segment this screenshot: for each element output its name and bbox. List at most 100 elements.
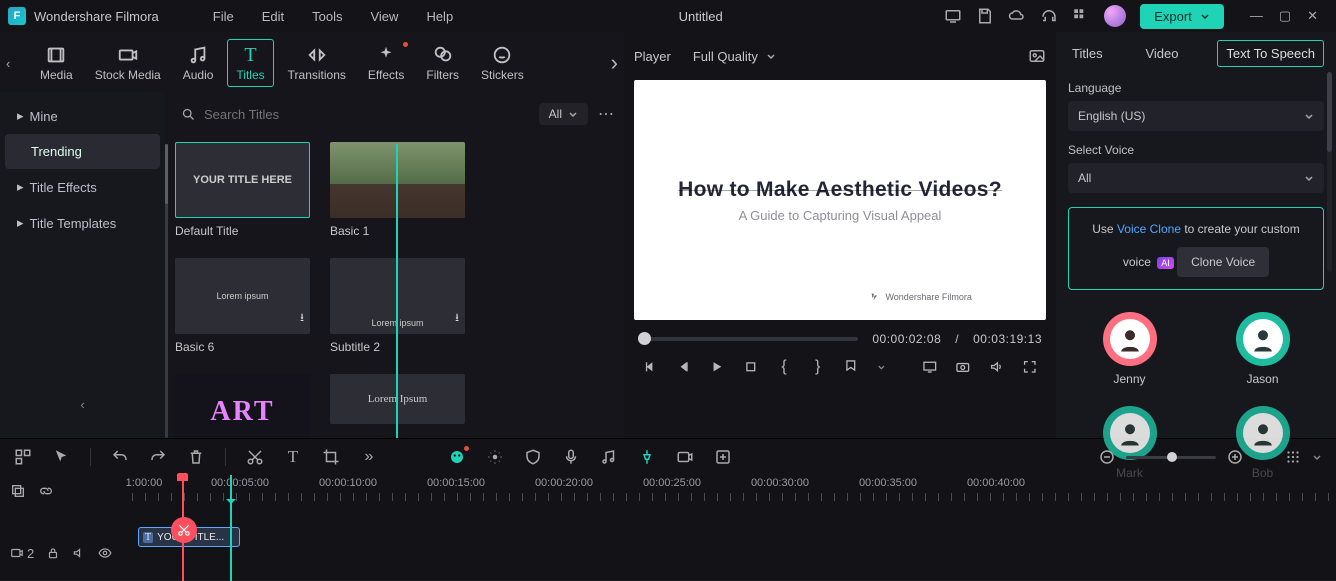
user-avatar[interactable] — [1104, 5, 1126, 27]
prev-frame-icon[interactable] — [642, 358, 658, 376]
timeline-area[interactable]: 1:00:00 00:00:05:00 00:00:10:00 00:00:15… — [132, 475, 1336, 581]
tab-effects[interactable]: Effects — [360, 40, 412, 86]
tab-transitions[interactable]: Transitions — [280, 40, 354, 86]
stop-icon[interactable] — [743, 358, 759, 376]
menu-file[interactable]: File — [199, 9, 248, 24]
clone-voice-button[interactable]: Clone Voice — [1177, 247, 1269, 278]
tab-stickers[interactable]: Stickers — [473, 40, 532, 86]
menu-view[interactable]: View — [356, 9, 412, 24]
video-track-icon[interactable]: 2 — [10, 546, 34, 561]
voice-dropdown[interactable]: All — [1068, 163, 1324, 193]
title-card-default[interactable]: YOUR TITLE HERE Default Title — [175, 142, 310, 238]
ai-tool-icon[interactable] — [448, 448, 466, 466]
arrange-icon[interactable] — [14, 448, 32, 466]
language-dropdown[interactable]: English (US) — [1068, 101, 1324, 131]
title-card-subtitle-2[interactable]: Lorem ipsum ⭳ Subtitle 2 — [330, 258, 465, 354]
step-back-icon[interactable] — [676, 358, 692, 376]
title-card-art[interactable]: ART — [175, 374, 310, 438]
voice-jenny[interactable]: Jenny — [1103, 312, 1157, 386]
tab-filters[interactable]: Filters — [418, 40, 467, 86]
tab-media[interactable]: Media — [32, 40, 81, 86]
zoom-out-icon[interactable] — [1098, 448, 1116, 466]
rtab-video[interactable]: Video — [1141, 40, 1182, 67]
chevron-down-icon[interactable] — [877, 362, 886, 372]
sidebar-item-title-effects[interactable]: ▸ Title Effects — [5, 169, 160, 205]
mark-in-icon[interactable]: { — [776, 358, 792, 376]
snapshot-icon[interactable] — [1028, 47, 1046, 65]
pin-icon[interactable] — [638, 448, 656, 466]
sidebar-item-title-templates[interactable]: ▸ Title Templates — [5, 205, 160, 241]
timeline-ruler[interactable]: 1:00:00 00:00:05:00 00:00:10:00 00:00:15… — [132, 475, 1336, 503]
progress-bar[interactable] — [638, 337, 858, 341]
filter-dropdown[interactable]: All — [539, 103, 588, 125]
volume-icon[interactable] — [989, 358, 1005, 376]
menu-tools[interactable]: Tools — [298, 9, 356, 24]
mute-icon[interactable] — [72, 546, 86, 560]
title-card-basic-6[interactable]: Lorem ipsum ⭳ Basic 6 — [175, 258, 310, 354]
shield-icon[interactable] — [524, 448, 542, 466]
marker-dropdown-icon[interactable] — [843, 358, 859, 376]
fullscreen-icon[interactable] — [1022, 358, 1038, 376]
camera-snap-icon[interactable] — [955, 358, 971, 376]
display-icon[interactable] — [922, 358, 938, 376]
sidebar-item-mine[interactable]: ▸ Mine — [5, 98, 160, 134]
voice-jason[interactable]: Jason — [1236, 312, 1290, 386]
cursor-icon[interactable] — [52, 448, 70, 466]
tabs-forward-icon[interactable]: › — [611, 50, 618, 76]
lock-icon[interactable] — [46, 546, 60, 560]
grid-view-icon[interactable] — [1284, 448, 1302, 466]
rtab-tts[interactable]: Text To Speech — [1217, 40, 1324, 67]
menu-help[interactable]: Help — [412, 9, 467, 24]
preview-canvas[interactable]: How to Make Aesthetic Videos? A Guide to… — [634, 80, 1046, 320]
cut-icon[interactable] — [246, 448, 264, 466]
enhance-icon[interactable] — [486, 448, 504, 466]
mic-icon[interactable] — [562, 448, 580, 466]
menu-edit[interactable]: Edit — [248, 9, 298, 24]
download-icon[interactable]: ⭳ — [300, 309, 304, 328]
voice-bob[interactable]: Bob — [1236, 406, 1290, 480]
tab-stock-media[interactable]: Stock Media — [87, 40, 169, 86]
mark-out-icon[interactable]: } — [810, 358, 826, 376]
add-marker-icon[interactable] — [714, 448, 732, 466]
window-minimize-icon[interactable]: — — [1250, 8, 1263, 24]
device-icon[interactable] — [944, 7, 962, 25]
voice-clone-link[interactable]: Voice Clone — [1117, 222, 1181, 236]
link-icon[interactable] — [38, 483, 54, 499]
sidebar-item-trending[interactable]: Trending — [5, 134, 160, 169]
window-maximize-icon[interactable]: ▢ — [1279, 8, 1291, 24]
voice-mark[interactable]: Mark — [1103, 406, 1157, 480]
search-input[interactable] — [204, 107, 523, 122]
download-icon[interactable]: ⭳ — [455, 309, 459, 328]
tabs-back-icon[interactable]: ‹ — [6, 56, 22, 71]
gallery-scrollbar[interactable] — [165, 144, 168, 438]
right-scrollbar[interactable] — [1327, 72, 1332, 272]
audio-sync-icon[interactable] — [600, 448, 618, 466]
headset-icon[interactable] — [1040, 7, 1058, 25]
rtab-titles[interactable]: Titles — [1068, 40, 1107, 67]
redo-icon[interactable] — [149, 448, 167, 466]
more-tools-icon[interactable]: » — [360, 448, 378, 466]
zoom-in-icon[interactable] — [1226, 448, 1244, 466]
window-close-icon[interactable]: ✕ — [1307, 8, 1318, 24]
sidebar-collapse-icon[interactable]: ‹ — [5, 391, 160, 418]
tab-audio[interactable]: Audio — [175, 40, 222, 86]
delete-icon[interactable] — [187, 448, 205, 466]
search-box[interactable] — [175, 107, 529, 122]
cut-marker-icon[interactable] — [171, 517, 197, 543]
text-tool-icon[interactable]: T — [284, 448, 302, 466]
title-card-basic-1[interactable]: Basic 1 — [330, 142, 465, 238]
play-icon[interactable] — [709, 358, 725, 376]
undo-icon[interactable] — [111, 448, 129, 466]
save-icon[interactable] — [976, 7, 994, 25]
tab-titles[interactable]: T Titles — [227, 39, 273, 87]
zoom-slider[interactable] — [1126, 456, 1216, 459]
export-button[interactable]: Export — [1140, 4, 1224, 29]
crop-icon[interactable] — [322, 448, 340, 466]
apps-icon[interactable] — [1072, 7, 1090, 25]
visibility-icon[interactable] — [98, 546, 112, 560]
cloud-icon[interactable] — [1008, 7, 1026, 25]
copy-icon[interactable] — [10, 483, 26, 499]
more-icon[interactable]: ⋯ — [598, 104, 614, 124]
title-card-lorem[interactable]: Lorem Ipsum — [330, 374, 465, 438]
record-icon[interactable] — [676, 448, 694, 466]
